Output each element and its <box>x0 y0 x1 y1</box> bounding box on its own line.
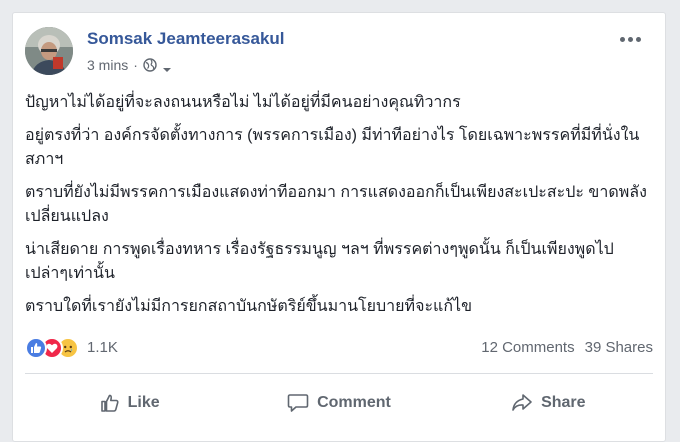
reaction-count[interactable]: 1.1K <box>87 339 118 356</box>
comment-icon <box>287 394 309 412</box>
shares-count[interactable]: 39 Shares <box>585 339 653 356</box>
divider <box>25 373 653 374</box>
post-paragraph: ตราบใดที่เรายังไม่มีการยกสถาบันกษัตริย์ข… <box>25 298 473 315</box>
avatar[interactable] <box>25 27 73 75</box>
like-reaction-icon <box>25 337 47 359</box>
post-paragraph: น่าเสียดาย การพูดเรื่องทหาร เรื่องรัฐธรร… <box>25 241 614 282</box>
share-label: Share <box>541 394 586 411</box>
comment-button[interactable]: Comment <box>234 383 443 423</box>
more-dot <box>635 36 641 42</box>
post-paragraph: อยู่ตรงที่ว่า องค์กรจัดตั้งทางการ (พรรคก… <box>25 127 640 168</box>
thumbs-up-icon <box>100 394 119 412</box>
post-meta: 3 mins · <box>87 57 172 73</box>
share-arrow-icon <box>512 394 532 411</box>
more-options-icon[interactable] <box>615 29 645 49</box>
reaction-icons[interactable] <box>25 337 79 359</box>
more-dot <box>627 36 633 42</box>
meta-separator: · <box>133 57 138 73</box>
post-timestamp[interactable]: 3 mins <box>87 57 128 73</box>
more-dot <box>619 36 625 42</box>
post-paragraph: ตราบที่ยังไม่มีพรรคการเมืองแสดงท่าทีออกม… <box>25 184 647 225</box>
post-stats: 12 Comments 39 Shares <box>481 339 653 356</box>
like-label: Like <box>127 394 160 411</box>
chevron-down-icon[interactable] <box>162 61 172 72</box>
comments-count[interactable]: 12 Comments <box>481 339 574 356</box>
post-card: Somsak Jeamteerasakul 3 mins · ปัญหาไม่ไ… <box>12 12 666 442</box>
comment-label: Comment <box>317 394 391 411</box>
share-button[interactable]: Share <box>444 383 653 423</box>
author-name[interactable]: Somsak Jeamteerasakul <box>87 29 285 49</box>
like-button[interactable]: Like <box>25 383 234 423</box>
reactions-bar: 1.1K 12 Comments 39 Shares <box>25 335 653 361</box>
post-paragraph: ปัญหาไม่ได้อยู่ที่จะลงถนนหรือไม่ ไม่ได้อ… <box>25 94 461 111</box>
post-header: Somsak Jeamteerasakul 3 mins · <box>25 27 645 77</box>
action-bar: Like Comment Share <box>25 383 653 423</box>
post-body: ปัญหาไม่ได้อยู่ที่จะลงถนนหรือไม่ ไม่ได้อ… <box>25 91 650 328</box>
globe-icon[interactable] <box>143 58 157 72</box>
